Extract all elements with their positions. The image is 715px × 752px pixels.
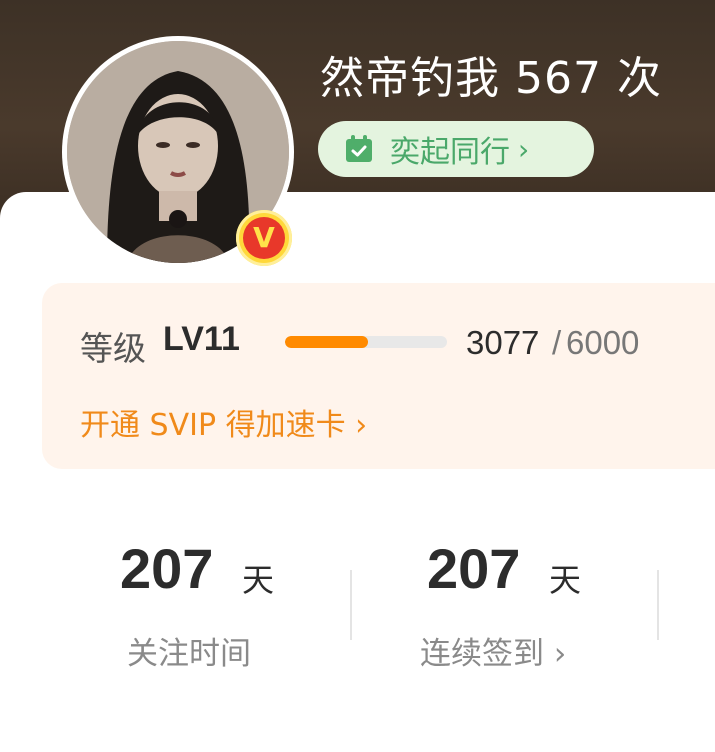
svip-upgrade-link[interactable]: 开通 SVIP 得加速卡 ›	[80, 400, 367, 444]
consecutive-checkin-link[interactable]: 连续签到 ›	[420, 628, 566, 673]
level-progress-separator: /	[552, 324, 562, 361]
checkin-days-number: 207	[427, 537, 521, 600]
username: 然帝钓我 567 次	[320, 53, 662, 104]
verified-v-icon: V	[243, 217, 285, 259]
chevron-right-icon: ›	[518, 132, 530, 166]
stat-divider	[350, 570, 352, 640]
follow-days-number: 207	[120, 537, 214, 600]
level-progress-current: 3077	[466, 324, 540, 361]
level-progress-bar	[285, 336, 447, 348]
stat-divider	[657, 570, 659, 640]
follow-time-label: 关注时间	[127, 636, 251, 672]
checkin-days-unit: 天	[549, 561, 582, 599]
profile-card	[0, 192, 715, 752]
level-progress-fill	[285, 336, 369, 348]
level-value: LV11	[163, 320, 240, 358]
calendar-check-icon	[346, 135, 372, 162]
level-prefix: 等级	[80, 329, 146, 368]
tag-pill-button[interactable]: 奕起同行 ›	[318, 121, 594, 177]
follow-days-unit: 天	[242, 561, 275, 599]
tag-label: 奕起同行	[390, 135, 510, 170]
verified-badge: V	[236, 210, 292, 266]
level-progress-max: 6000	[566, 324, 640, 361]
